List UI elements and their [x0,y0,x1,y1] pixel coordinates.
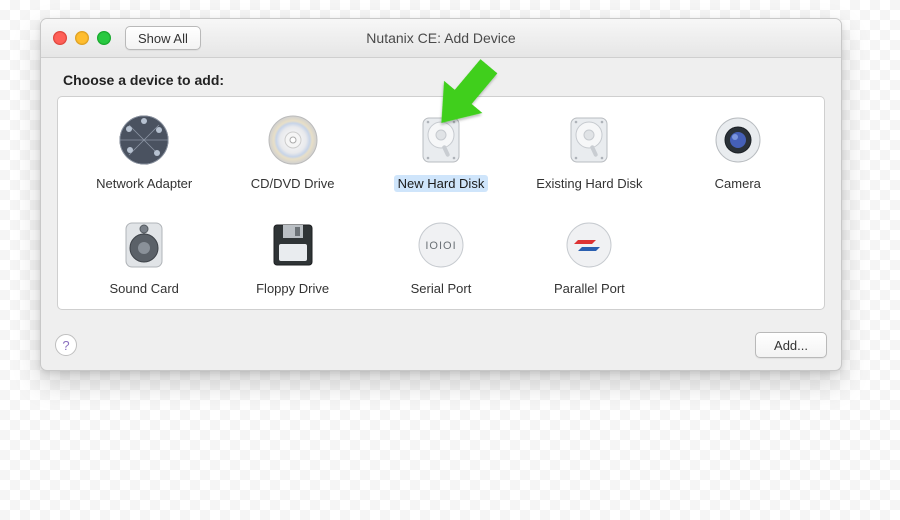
device-camera[interactable]: Camera [668,111,808,192]
device-sound-card[interactable]: Sound Card [74,216,214,297]
footer: ? Add... [41,322,841,370]
camera-icon [709,111,767,169]
device-cd-dvd-drive[interactable]: CD/DVD Drive [222,111,362,192]
close-icon[interactable] [53,31,67,45]
device-label: New Hard Disk [394,175,489,192]
device-label: Sound Card [106,280,183,297]
show-all-button[interactable]: Show All [125,26,201,50]
device-panel: Network Adapter [57,96,825,310]
minimize-icon[interactable] [75,31,89,45]
network-adapter-icon [115,111,173,169]
hard-disk-icon [412,111,470,169]
hard-disk-icon [560,111,618,169]
help-button[interactable]: ? [55,334,77,356]
dialog-window: Show All Nutanix CE: Add Device Choose a… [40,18,842,371]
parallel-port-icon [560,216,618,274]
device-label: Serial Port [407,280,476,297]
device-parallel-port[interactable]: Parallel Port [519,216,659,297]
device-label: Camera [711,175,765,192]
serial-port-icon: IOIOI [412,216,470,274]
device-existing-hard-disk[interactable]: Existing Hard Disk [519,111,659,192]
speaker-icon [115,216,173,274]
cd-dvd-icon [264,111,322,169]
device-serial-port[interactable]: IOIOI Serial Port [371,216,511,297]
device-label: Floppy Drive [252,280,333,297]
device-grid: Network Adapter [74,111,808,297]
device-label: Existing Hard Disk [532,175,646,192]
content-area: Choose a device to add: [41,58,841,322]
add-button[interactable]: Add... [755,332,827,358]
device-floppy-drive[interactable]: Floppy Drive [222,216,362,297]
floppy-icon [264,216,322,274]
window-controls [53,31,111,45]
section-heading: Choose a device to add: [63,72,825,88]
device-new-hard-disk[interactable]: New Hard Disk [371,111,511,192]
device-label: Network Adapter [92,175,196,192]
device-network-adapter[interactable]: Network Adapter [74,111,214,192]
device-label: Parallel Port [550,280,629,297]
titlebar: Show All Nutanix CE: Add Device [41,19,841,58]
device-label: CD/DVD Drive [247,175,339,192]
svg-text:IOIOI: IOIOI [425,240,456,252]
zoom-icon[interactable] [97,31,111,45]
